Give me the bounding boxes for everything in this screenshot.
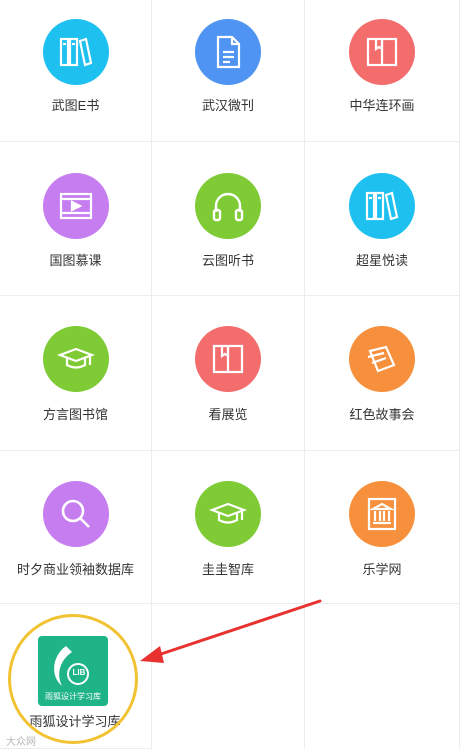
grid-item-dialect-library[interactable]: 方言图书馆 xyxy=(0,296,152,451)
item-label: 看展览 xyxy=(208,407,248,422)
item-label: 超星悦读 xyxy=(355,253,408,268)
grid-empty-cell xyxy=(152,604,305,749)
books-icon xyxy=(42,19,109,85)
item-label: 乐学网 xyxy=(362,562,402,577)
open-book-icon xyxy=(195,326,261,392)
grid-empty-cell xyxy=(305,604,460,749)
grid-item-guigui-think-tank[interactable]: 圭圭智库 xyxy=(152,451,305,604)
item-label: 方言图书馆 xyxy=(42,407,108,422)
document-icon xyxy=(195,19,261,85)
grid-item-yuntu-audiobook[interactable]: 云图听书 xyxy=(152,142,305,296)
item-label: 武图E书 xyxy=(51,98,100,113)
lib-logo-icon[interactable]: LIB 雨狐设计学习库 xyxy=(38,636,108,706)
graduation-cap-icon xyxy=(42,326,109,392)
item-label: 云图听书 xyxy=(201,253,254,268)
grid-item-chaoxing-yuedu[interactable]: 超星悦读 xyxy=(305,142,460,296)
lib-logo-text: LIB xyxy=(72,668,86,677)
open-book-icon xyxy=(349,19,415,85)
item-label: 圭圭智库 xyxy=(201,562,254,577)
grid-item-exhibitions[interactable]: 看展览 xyxy=(152,296,305,451)
item-label: 红色故事会 xyxy=(349,407,415,422)
video-icon xyxy=(42,173,109,239)
grid-item-wutu-ebook[interactable]: 武图E书 xyxy=(0,0,152,142)
grid-item-wuhan-weikan[interactable]: 武汉微刊 xyxy=(152,0,305,142)
item-label: 雨狐设计学习库 xyxy=(29,714,121,729)
library-icon xyxy=(349,481,415,547)
magazines-icon xyxy=(349,326,415,392)
grid-item-guotu-mooc[interactable]: 国图慕课 xyxy=(0,142,152,296)
grid-item-zhonghua-lianhuanhua[interactable]: 中华连环画 xyxy=(305,0,460,142)
lib-logo-caption: 雨狐设计学习库 xyxy=(45,692,101,701)
books-icon xyxy=(349,173,415,239)
item-label: 国图慕课 xyxy=(49,253,102,268)
search-icon xyxy=(42,481,109,547)
watermark: 大众网 xyxy=(6,737,36,748)
item-label: 中华连环画 xyxy=(349,98,415,113)
graduation-cap-icon xyxy=(195,481,261,547)
item-label: 时夕商业领袖数据库 xyxy=(16,562,134,577)
grid-item-lexue[interactable]: 乐学网 xyxy=(305,451,460,604)
grid-item-shixi-database[interactable]: 时夕商业领袖数据库 xyxy=(0,451,152,604)
headphones-icon xyxy=(195,173,261,239)
grid-item-red-stories[interactable]: 红色故事会 xyxy=(305,296,460,451)
item-label: 武汉微刊 xyxy=(201,98,254,113)
